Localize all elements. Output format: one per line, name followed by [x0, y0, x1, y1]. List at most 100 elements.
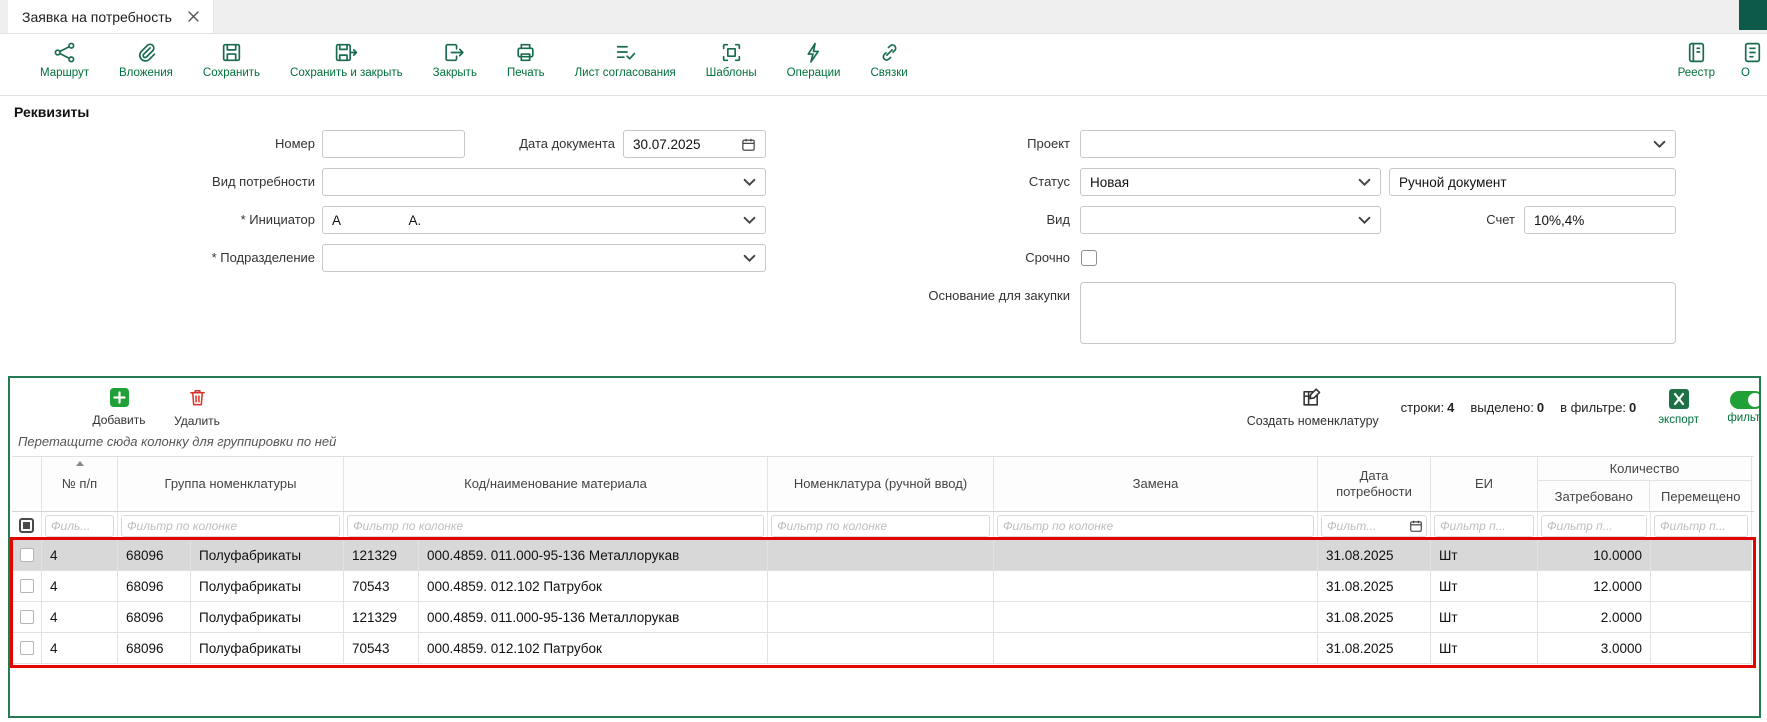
grid-rows: 4 68096 Полуфабрикаты 121329 000.4859. 0…: [12, 540, 1752, 664]
sort-ascending-icon: [76, 461, 84, 466]
row-checkbox[interactable]: [20, 579, 34, 593]
filter-toggle[interactable]: фильтр: [1721, 391, 1761, 424]
exit-door-icon: [443, 41, 466, 64]
purchase-basis-label: Основание для закупки: [850, 282, 1070, 310]
urgent-label: Срочно: [850, 244, 1070, 272]
approval-sheet-button[interactable]: Лист согласования: [575, 41, 676, 79]
cut-toolbar-button[interactable]: О: [1741, 41, 1763, 79]
column-header-ei[interactable]: ЕИ: [1431, 457, 1538, 511]
add-row-button[interactable]: Добавить: [80, 388, 158, 427]
tab-title: Заявка на потребность: [22, 9, 172, 25]
excel-icon: [1669, 389, 1689, 412]
registry-icon: [1685, 41, 1708, 64]
window-corner-block: [1739, 0, 1767, 30]
delete-row-button[interactable]: Удалить: [158, 387, 236, 428]
header-checkbox-cell: [12, 457, 42, 511]
column-header-date[interactable]: Дата потребности: [1318, 457, 1431, 511]
table-edit-icon: [1301, 386, 1324, 412]
row-checkbox-cell[interactable]: [12, 540, 42, 570]
links-button[interactable]: Связки: [870, 41, 907, 79]
column-header-requested[interactable]: Затребовано: [1538, 481, 1650, 511]
department-label: * Подразделение: [140, 244, 315, 272]
create-nomenclature-button[interactable]: Создать номенклатуру: [1247, 386, 1379, 428]
chevron-down-icon: [743, 178, 756, 187]
status-select[interactable]: Новая: [1080, 168, 1381, 196]
row-checkbox-cell[interactable]: [12, 571, 42, 601]
department-select[interactable]: [322, 244, 766, 272]
tab-close-icon[interactable]: [188, 11, 199, 22]
select-all-checkbox[interactable]: [19, 518, 34, 533]
templates-icon: [720, 41, 743, 64]
row-checkbox-cell[interactable]: [12, 602, 42, 632]
select-all-cell[interactable]: [12, 512, 42, 539]
rows-counter: строки:4: [1401, 400, 1455, 415]
filter-input-date[interactable]: [1321, 515, 1427, 537]
toggle-on-icon: [1730, 391, 1761, 409]
initiator-select[interactable]: А А.: [322, 206, 766, 234]
document-date-input[interactable]: 30.07.2025: [623, 130, 766, 158]
printer-icon: [514, 41, 537, 64]
save-icon: [220, 41, 243, 64]
column-header-group[interactable]: Группа номенклатуры: [118, 457, 344, 511]
save-button[interactable]: Сохранить: [203, 41, 260, 79]
calendar-icon[interactable]: [741, 137, 756, 152]
status-label: Статус: [850, 168, 1070, 196]
column-header-material[interactable]: Код/наименование материала: [344, 457, 768, 511]
number-label: Номер: [140, 130, 315, 158]
operations-button[interactable]: Операции: [787, 41, 841, 79]
purchase-basis-textarea[interactable]: [1080, 282, 1676, 344]
kind-select[interactable]: [1080, 206, 1381, 234]
row-checkbox[interactable]: [20, 548, 34, 562]
project-select[interactable]: [1080, 130, 1676, 158]
account-label: Счет: [1435, 206, 1515, 234]
grid-counters: строки:4 выделено:0 в фильтре:0: [1401, 400, 1637, 415]
column-header-moved[interactable]: Перемещено: [1650, 481, 1751, 511]
filter-input-ei[interactable]: [1434, 515, 1534, 537]
tab-requirement-request[interactable]: Заявка на потребность: [8, 0, 214, 33]
row-checkbox[interactable]: [20, 610, 34, 624]
grid-toolbar: Добавить Удалить Создать номенклатуру ст…: [10, 378, 1759, 432]
lightning-icon: [802, 41, 825, 64]
filter-input-moved[interactable]: [1654, 515, 1748, 537]
templates-button[interactable]: Шаблоны: [706, 41, 757, 79]
column-header-manual[interactable]: Номенклатура (ручной ввод): [768, 457, 994, 511]
filter-input-num[interactable]: [45, 515, 114, 537]
column-header-num[interactable]: № п/п: [42, 457, 118, 511]
chevron-down-icon: [743, 254, 756, 263]
route-button[interactable]: Маршрут: [40, 41, 89, 79]
save-and-close-button[interactable]: Сохранить и закрыть: [290, 41, 403, 79]
registry-button[interactable]: Реестр: [1678, 41, 1715, 79]
urgent-checkbox[interactable]: [1081, 250, 1097, 266]
chevron-down-icon: [1653, 140, 1666, 149]
filter-input-group[interactable]: [121, 515, 340, 537]
number-input[interactable]: [322, 130, 465, 158]
row-checkbox[interactable]: [20, 641, 34, 655]
account-input[interactable]: [1524, 206, 1676, 234]
filter-input-material[interactable]: [347, 515, 764, 537]
print-button[interactable]: Печать: [507, 41, 545, 79]
column-header-zamena[interactable]: Замена: [994, 457, 1318, 511]
positions-panel: Добавить Удалить Создать номенклатуру ст…: [8, 376, 1761, 718]
attachments-button[interactable]: Вложения: [119, 41, 173, 79]
toolbar-right-group: Реестр О: [1678, 41, 1763, 79]
filter-input-manual[interactable]: [771, 515, 990, 537]
approval-list-icon: [614, 41, 637, 64]
table-row[interactable]: 4 68096 Полуфабрикаты 121329 000.4859. 0…: [12, 602, 1752, 633]
group-by-drop-zone[interactable]: Перетащите сюда колонку для группировки …: [10, 432, 1759, 456]
table-row[interactable]: 4 68096 Полуфабрикаты 121329 000.4859. 0…: [12, 540, 1752, 571]
main-toolbar: Маршрут Вложения Сохранить Сохранить и з…: [0, 34, 1767, 96]
grid-toolbar-right: Создать номенклатуру строки:4 выделено:0…: [1247, 386, 1759, 428]
export-excel-button[interactable]: экспорт: [1658, 389, 1699, 426]
route-icon: [53, 41, 76, 64]
close-document-button[interactable]: Закрыть: [433, 41, 477, 79]
table-row[interactable]: 4 68096 Полуфабрикаты 70543 000.4859. 01…: [12, 633, 1752, 664]
row-checkbox-cell[interactable]: [12, 633, 42, 663]
selected-counter: выделено:0: [1470, 400, 1544, 415]
filter-input-zamena[interactable]: [997, 515, 1314, 537]
table-row[interactable]: 4 68096 Полуфабрикаты 70543 000.4859. 01…: [12, 571, 1752, 602]
need-type-select[interactable]: [322, 168, 766, 196]
column-group-quantity: Количество Затребовано Перемещено: [1538, 457, 1752, 511]
document-date-label: Дата документа: [455, 130, 615, 158]
filter-input-requested[interactable]: [1541, 515, 1647, 537]
paperclip-icon: [134, 41, 157, 64]
